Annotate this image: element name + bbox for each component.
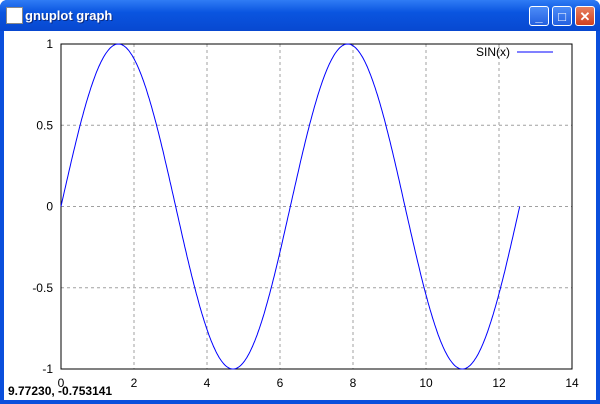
minimize-button[interactable]: _	[529, 6, 549, 26]
y-tick-label: -1	[42, 362, 53, 376]
close-button[interactable]: ✕	[575, 6, 595, 26]
x-tick-label: 10	[419, 376, 433, 390]
x-tick-label: 6	[277, 376, 284, 390]
x-tick-label: 14	[565, 376, 579, 390]
legend-label: SIN(x)	[476, 45, 510, 59]
window-title: gnuplot graph	[25, 8, 113, 23]
x-tick-label: 2	[131, 376, 138, 390]
maximize-button[interactable]: □	[552, 6, 572, 26]
x-tick-label: 4	[204, 376, 211, 390]
y-tick-label: 0	[46, 200, 53, 214]
mouse-coordinates: 9.77230, -0.753141	[8, 384, 113, 398]
y-tick-label: -0.5	[32, 281, 53, 295]
y-tick-label: 0.5	[36, 118, 53, 132]
gnuplot-window: gnuplot graph _ □ ✕ 0 2 4 6 8 10 12 14 -1 -0.5 0 0.…	[0, 0, 600, 404]
x-tick-label: 8	[350, 376, 357, 390]
sin-chart: 0 2 4 6 8 10 12 14-1-0.500.51SIN(x)	[32, 37, 579, 390]
x-tick-label: 12	[492, 376, 506, 390]
gnuplot-app-icon[interactable]	[6, 7, 23, 24]
y-tick-label: 1	[46, 37, 53, 51]
title-bar[interactable]: gnuplot graph _ □ ✕	[0, 0, 600, 31]
graph-area[interactable]: 0 2 4 6 8 10 12 14 -1 -0.5 0 0.5 1 SIN(x) 9.77230, -0…	[4, 31, 596, 400]
